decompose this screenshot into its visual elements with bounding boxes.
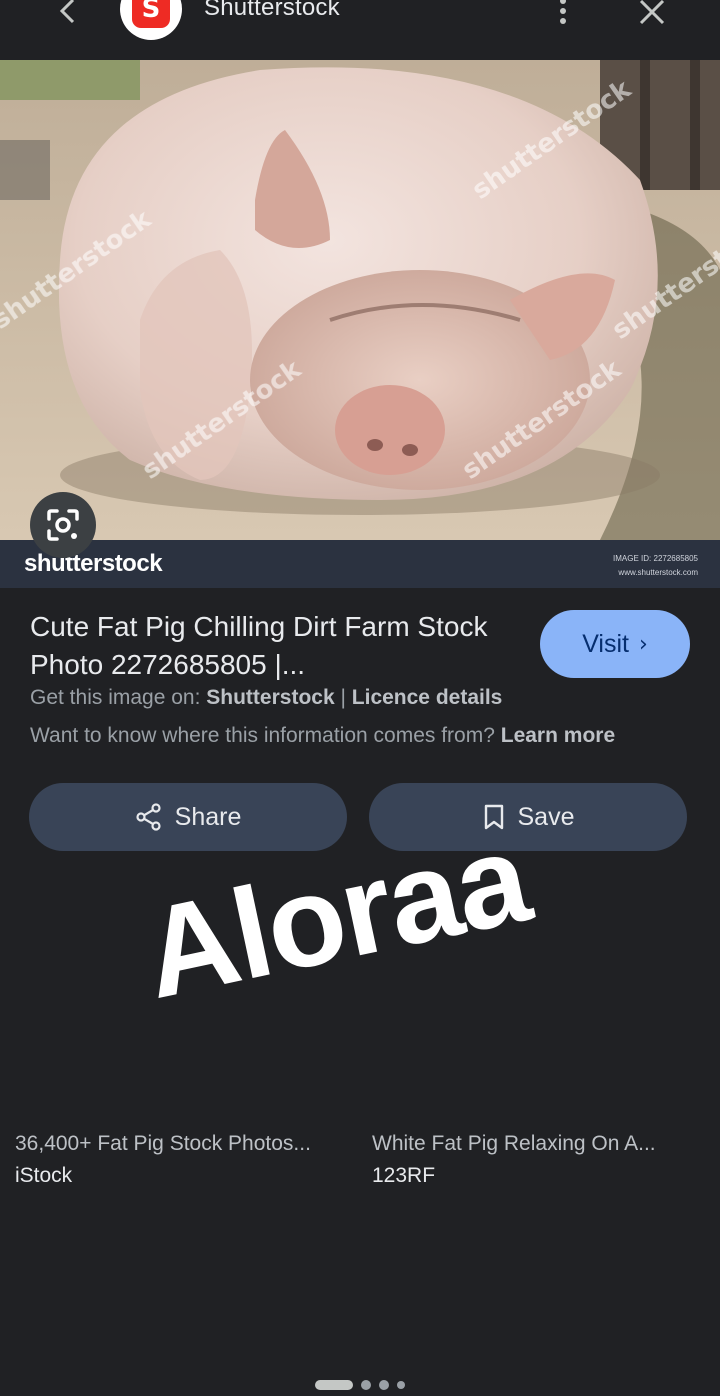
page-indicator (0, 1378, 720, 1392)
page-dot (397, 1381, 405, 1389)
licence-details-link[interactable]: Licence details (352, 686, 503, 709)
back-button[interactable] (48, 0, 88, 28)
share-button[interactable]: Share (29, 783, 347, 851)
page-dot (379, 1380, 389, 1390)
chevron-left-icon (59, 0, 75, 24)
share-icon (136, 803, 161, 831)
close-button[interactable] (632, 0, 672, 30)
site-title: Shutterstock (204, 0, 340, 21)
related-result-source: iStock (15, 1164, 73, 1187)
watermark-bar: shutterstock IMAGE ID: 2272685805 www.sh… (0, 540, 720, 588)
related-result-title[interactable]: White Fat Pig Relaxing On A... (372, 1132, 656, 1156)
shutterstock-logo-icon: S (132, 0, 170, 28)
top-bar: S Shutterstock (0, 0, 720, 60)
info-line: Want to know where this information come… (30, 724, 616, 747)
result-title[interactable]: Cute Fat Pig Chilling Dirt Farm Stock Ph… (30, 608, 520, 684)
source-line: Get this image on: Shutterstock | Licenc… (30, 686, 503, 709)
page-dot-active (315, 1380, 353, 1390)
lens-icon (47, 509, 79, 541)
watermark-brand: shutterstock (24, 550, 163, 577)
save-label: Save (517, 802, 575, 831)
share-label: Share (174, 802, 242, 831)
chevron-right-icon: › (638, 631, 648, 657)
visit-button[interactable]: Visit › (540, 610, 690, 678)
related-result-source: 123RF (372, 1164, 436, 1187)
watermark-id: IMAGE ID: 2272685805 www.shutterstock.co… (613, 554, 698, 577)
more-options-button[interactable] (550, 0, 576, 28)
source-link[interactable]: Shutterstock (206, 686, 334, 709)
related-result-title[interactable]: 36,400+ Fat Pig Stock Photos... (15, 1132, 311, 1156)
close-icon (639, 0, 665, 25)
lens-button[interactable] (30, 492, 96, 558)
pig-photo: shutterstock shutterstock shutterstock s… (0, 60, 720, 540)
site-logo: S (120, 0, 182, 40)
more-vert-icon (560, 0, 566, 4)
result-image[interactable]: shutterstock shutterstock shutterstock s… (0, 60, 720, 588)
page-dot (361, 1380, 371, 1390)
learn-more-link[interactable]: Learn more (501, 724, 615, 747)
visit-label: Visit (582, 629, 629, 658)
